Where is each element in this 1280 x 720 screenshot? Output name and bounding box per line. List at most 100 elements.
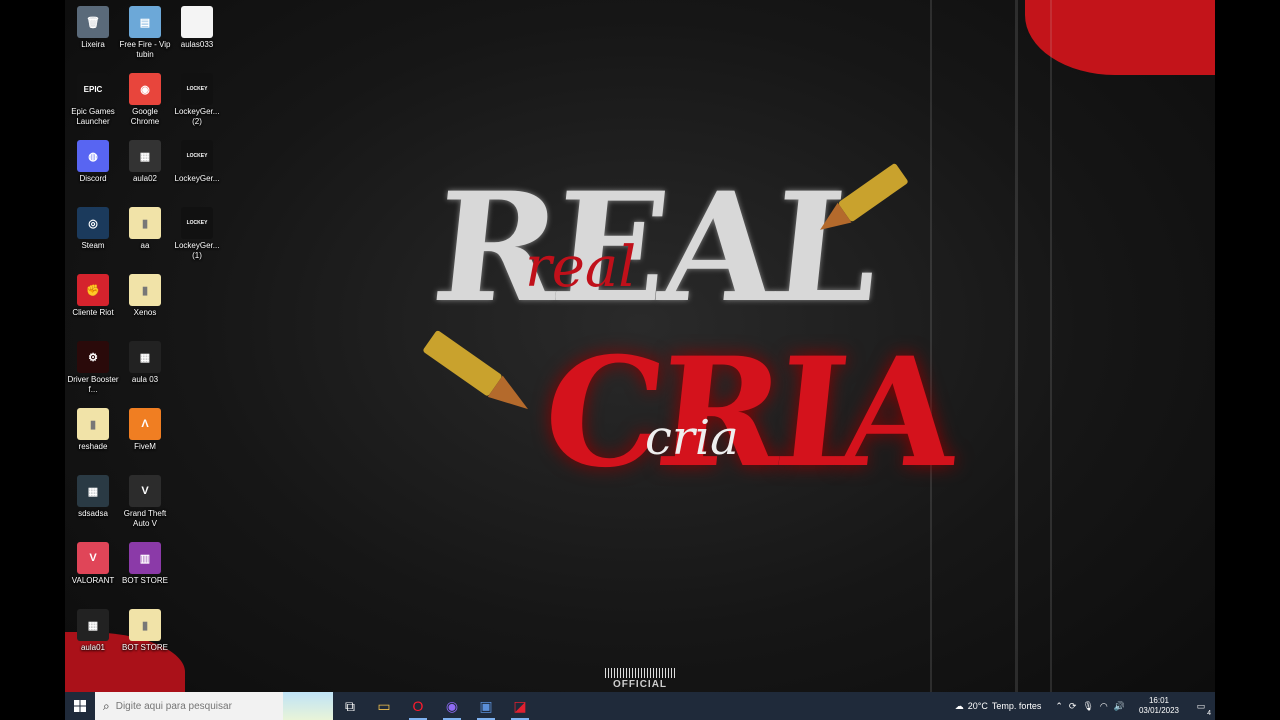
desktop-icon[interactable]: ▦ aula02 — [117, 134, 173, 184]
app-icon: Λ — [129, 408, 161, 440]
taskbar: ⌕ ⧉ ▭ O ◉ ▣ ◪ ☁ 20°C Temp. fortes ⌃ ⟳ 🎙 ◠ 🔊 1… — [65, 692, 1215, 720]
desktop-icon[interactable]: ▮ aa — [117, 201, 173, 251]
app-icon: ▥ — [129, 542, 161, 574]
chevron-up-icon[interactable]: ⌃ — [1055, 701, 1063, 712]
weather-text: Temp. fortes — [991, 701, 1042, 711]
desktop-icon[interactable]: LOCKEY LockeyGer... (2) — [169, 67, 225, 127]
taskbar-search[interactable]: ⌕ — [95, 692, 333, 720]
clock-date: 03/01/2023 — [1138, 706, 1179, 715]
app-icon: LOCKEY — [181, 207, 213, 239]
desktop-icon-label: aa — [140, 241, 150, 250]
taskbar-task-view[interactable]: ⧉ — [333, 692, 367, 720]
desktop-icon[interactable]: ◍ Discord — [65, 134, 121, 184]
search-highlight-image — [283, 692, 333, 720]
search-icon: ⌕ — [103, 698, 110, 713]
taskbar-app-purple[interactable]: ◉ — [435, 692, 469, 720]
search-input[interactable] — [115, 700, 276, 712]
desktop-icon[interactable]: ▤ Free Fire - Vip tubin — [117, 0, 173, 60]
desktop-icon-label: aula02 — [132, 174, 158, 183]
official-badge: OFFICIAL — [605, 668, 675, 690]
wallpaper-logo: REAL real CRIA cria — [395, 140, 961, 560]
desktop-icon-label: Epic Games Launcher — [71, 107, 115, 126]
desktop-icon[interactable]: aulas033 — [169, 0, 225, 50]
taskbar-app-red[interactable]: ◪ — [503, 692, 537, 720]
desktop-icon[interactable]: ◎ Steam — [65, 201, 121, 251]
app-icon: ▦ — [129, 140, 161, 172]
start-button[interactable] — [65, 692, 95, 720]
app-network-icon: ▣ — [479, 697, 493, 714]
app-icon: V — [77, 542, 109, 574]
speaker-icon[interactable]: 🔊 — [1114, 701, 1125, 712]
logo-cria-script: cria — [645, 410, 739, 466]
desktop-icon[interactable]: ⚙ Driver Booster f... — [65, 335, 121, 395]
app-icon: V — [129, 475, 161, 507]
desktop-icon[interactable]: ▮ BOT STORE — [117, 603, 173, 653]
desktop-icon[interactable]: ▮ Xenos — [117, 268, 173, 318]
file-explorer-icon: ▭ — [377, 697, 391, 714]
app-icon: ◉ — [129, 73, 161, 105]
notification-count: 4 — [1207, 710, 1211, 717]
desktop-icon[interactable]: Λ FiveM — [117, 402, 173, 452]
app-red-icon: ◪ — [513, 697, 527, 714]
app-icon: LOCKEY — [181, 73, 213, 105]
desktop-icon[interactable]: LOCKEY LockeyGer... (1) — [169, 201, 225, 261]
desktop-icon-label: VALORANT — [71, 576, 115, 585]
app-icon: ▦ — [77, 609, 109, 641]
desktop-icon-label: Xenos — [133, 308, 157, 317]
desktop-icon-label: Grand Theft Auto V — [123, 509, 167, 528]
taskbar-opera[interactable]: O — [401, 692, 435, 720]
desktop-icon[interactable]: ▮ reshade — [65, 402, 121, 452]
weather-widget[interactable]: ☁ 20°C Temp. fortes — [947, 701, 1050, 712]
desktop-icon-label: Cliente Riot — [72, 308, 114, 317]
desktop-icon[interactable]: V VALORANT — [65, 536, 121, 586]
desktop-icon-label: LockeyGer... (1) — [174, 241, 220, 260]
desktop-icon-label: aula 03 — [131, 375, 159, 384]
logo-real-script: real — [525, 235, 637, 300]
app-icon: ◎ — [77, 207, 109, 239]
wifi-icon[interactable]: ◠ — [1100, 701, 1108, 712]
desktop-icon-label: Free Fire - Vip tubin — [119, 40, 171, 59]
desktop-icon-label: LockeyGer... (2) — [174, 107, 220, 126]
system-tray: ☁ 20°C Temp. fortes ⌃ ⟳ 🎙 ◠ 🔊 16:01 03/0… — [947, 692, 1215, 720]
windows-icon — [74, 700, 86, 712]
wallpaper-red-splash — [1025, 0, 1215, 75]
desktop-icon-label: Driver Booster f... — [67, 375, 119, 394]
desktop-icon[interactable]: LOCKEY LockeyGer... — [169, 134, 225, 184]
desktop-icon[interactable]: ✊ Cliente Riot — [65, 268, 121, 318]
bullet-icon — [423, 330, 529, 410]
app-icon: ✊ — [77, 274, 109, 306]
desktop-icon-label: BOT STORE — [122, 576, 168, 585]
desktop-icon-label: aula01 — [80, 643, 106, 652]
desktop-icon[interactable]: ◉ Google Chrome — [117, 67, 173, 127]
desktop-icon-label: aulas033 — [180, 40, 214, 49]
taskbar-apps: ⧉ ▭ O ◉ ▣ ◪ — [333, 692, 537, 720]
desktop-icon[interactable]: 🗑 Lixeira — [65, 0, 121, 50]
weather-temp: 20°C — [967, 701, 988, 711]
tray-icons: ⌃ ⟳ 🎙 ◠ 🔊 — [1049, 701, 1131, 712]
desktop-icon[interactable]: ▥ BOT STORE — [117, 536, 173, 586]
desktop-icon[interactable]: EPIC Epic Games Launcher — [65, 67, 121, 127]
desktop-icon-label: Lixeira — [81, 40, 105, 49]
sync-icon[interactable]: ⟳ — [1069, 701, 1077, 712]
taskbar-app-network[interactable]: ▣ — [469, 692, 503, 720]
notifications-button[interactable]: ▭ 4 — [1187, 692, 1215, 720]
app-icon: ▦ — [129, 341, 161, 373]
app-icon — [181, 6, 213, 38]
desktop-icon[interactable]: ▦ aula 03 — [117, 335, 173, 385]
desktop-icon[interactable]: ▦ sdsadsa — [65, 469, 121, 519]
desktop-icon[interactable]: ▦ aula01 — [65, 603, 121, 653]
wallpaper-streak — [1050, 0, 1052, 692]
microphone-icon[interactable]: 🎙 — [1082, 701, 1093, 712]
notification-icon: ▭ — [1196, 700, 1206, 711]
clock[interactable]: 16:01 03/01/2023 — [1131, 696, 1187, 716]
desktop-icon-label: FiveM — [134, 442, 156, 451]
wallpaper-streak — [1015, 0, 1018, 692]
app-icon: ▦ — [77, 475, 109, 507]
app-icon: ▮ — [129, 274, 161, 306]
taskbar-file-explorer[interactable]: ▭ — [367, 692, 401, 720]
barcode-icon — [605, 668, 675, 678]
desktop[interactable]: REAL real CRIA cria OFFICIAL 🗑 Lixeira ▤ Fr… — [65, 0, 1215, 720]
desktop-icon[interactable]: V Grand Theft Auto V — [117, 469, 173, 529]
logo-cria-text: CRIA — [535, 325, 961, 501]
desktop-icon-label: LockeyGer... — [174, 174, 220, 183]
